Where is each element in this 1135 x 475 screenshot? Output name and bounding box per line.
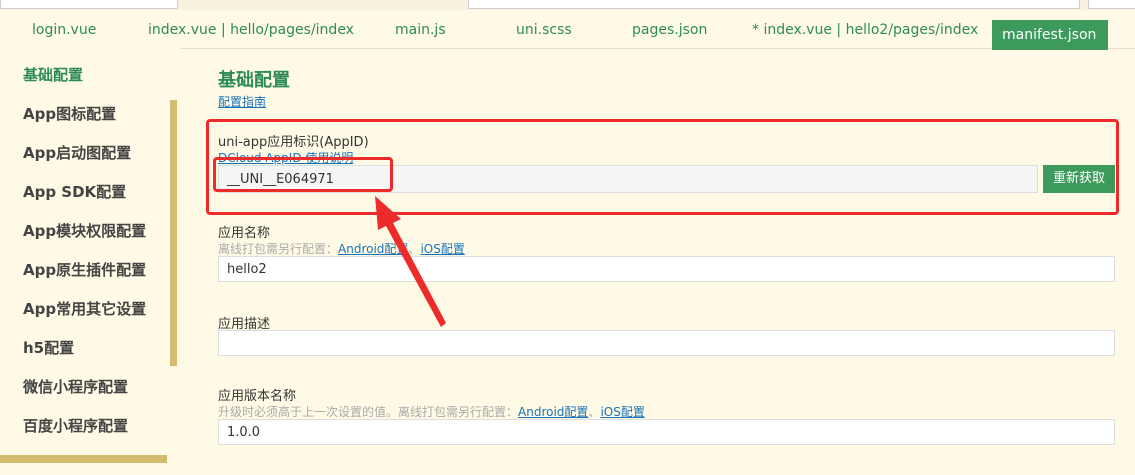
version-name-hint: 升级时必须高于上一次设置的值。离线打包需另行配置：Android配置、iOS配置 xyxy=(218,403,645,420)
app-desc-field[interactable] xyxy=(218,330,1115,356)
sidebar-scrollbar-bottom[interactable] xyxy=(0,455,167,463)
version-name-android-link[interactable]: Android配置 xyxy=(518,405,588,419)
sidebar-item-basic-config[interactable]: 基础配置 xyxy=(23,64,83,85)
sidebar-item-app-sdk[interactable]: App SDK配置 xyxy=(23,181,126,202)
appid-value-highlight xyxy=(213,157,393,192)
app-name-hint: 离线打包需另行配置：Android配置、iOS配置 xyxy=(218,240,465,257)
tab-manifest-json[interactable]: manifest.json xyxy=(992,20,1108,50)
top-input-search[interactable] xyxy=(468,0,1080,9)
version-name-field[interactable]: 1.0.0 xyxy=(218,419,1115,445)
app-name-field[interactable]: hello2 xyxy=(218,256,1115,282)
editor-tab-bar: login.vue index.vue | hello/pages/index … xyxy=(0,10,1135,50)
version-name-label: 应用版本名称 xyxy=(218,389,297,404)
sidebar-item-weixin-mp[interactable]: 微信小程序配置 xyxy=(23,376,128,397)
sidebar-item-app-other-settings[interactable]: App常用其它设置 xyxy=(23,298,146,319)
version-name-hint-separator: 、 xyxy=(588,405,601,419)
tab-pages-json[interactable]: pages.json xyxy=(632,22,707,38)
sidebar-item-app-icon[interactable]: App图标配置 xyxy=(23,103,116,124)
top-toolbar-strip xyxy=(0,0,1135,10)
sidebar-scrollbar[interactable] xyxy=(170,100,177,366)
sidebar-item-h5[interactable]: h5配置 xyxy=(23,337,74,358)
app-name-android-link[interactable]: Android配置 xyxy=(338,242,408,256)
app-name-label: 应用名称 xyxy=(218,226,271,241)
tab-uni-scss[interactable]: uni.scss xyxy=(516,22,572,38)
config-sidebar: 基础配置 App图标配置 App启动图配置 App SDK配置 App模块权限配… xyxy=(0,48,180,475)
sidebar-item-app-splash[interactable]: App启动图配置 xyxy=(23,142,131,163)
tab-index-vue-hello[interactable]: index.vue | hello/pages/index xyxy=(148,22,354,38)
app-name-ios-link[interactable]: iOS配置 xyxy=(420,242,464,256)
page-title: 基础配置 xyxy=(218,70,290,91)
version-name-ios-link[interactable]: iOS配置 xyxy=(600,405,644,419)
version-name-hint-text: 升级时必须高于上一次设置的值。离线打包需另行配置： xyxy=(218,405,519,419)
config-content: 基础配置 配置指南 uni-app应用标识(AppID) DCloud AppI… xyxy=(180,48,1135,475)
sidebar-item-app-module-permissions[interactable]: App模块权限配置 xyxy=(23,220,146,241)
app-name-hint-separator: 、 xyxy=(408,242,421,256)
tab-index-vue-hello2[interactable]: * index.vue | hello2/pages/index xyxy=(752,22,978,38)
sidebar-item-app-native-plugins[interactable]: App原生插件配置 xyxy=(23,259,146,280)
config-guide-link[interactable]: 配置指南 xyxy=(218,93,266,110)
top-input-right[interactable] xyxy=(1088,0,1135,9)
tab-main-js[interactable]: main.js xyxy=(395,22,446,38)
top-input-left[interactable] xyxy=(0,0,178,9)
tab-login-vue[interactable]: login.vue xyxy=(32,22,96,38)
app-name-hint-text: 离线打包需另行配置： xyxy=(218,242,339,256)
sidebar-item-baidu-mp[interactable]: 百度小程序配置 xyxy=(23,415,128,436)
